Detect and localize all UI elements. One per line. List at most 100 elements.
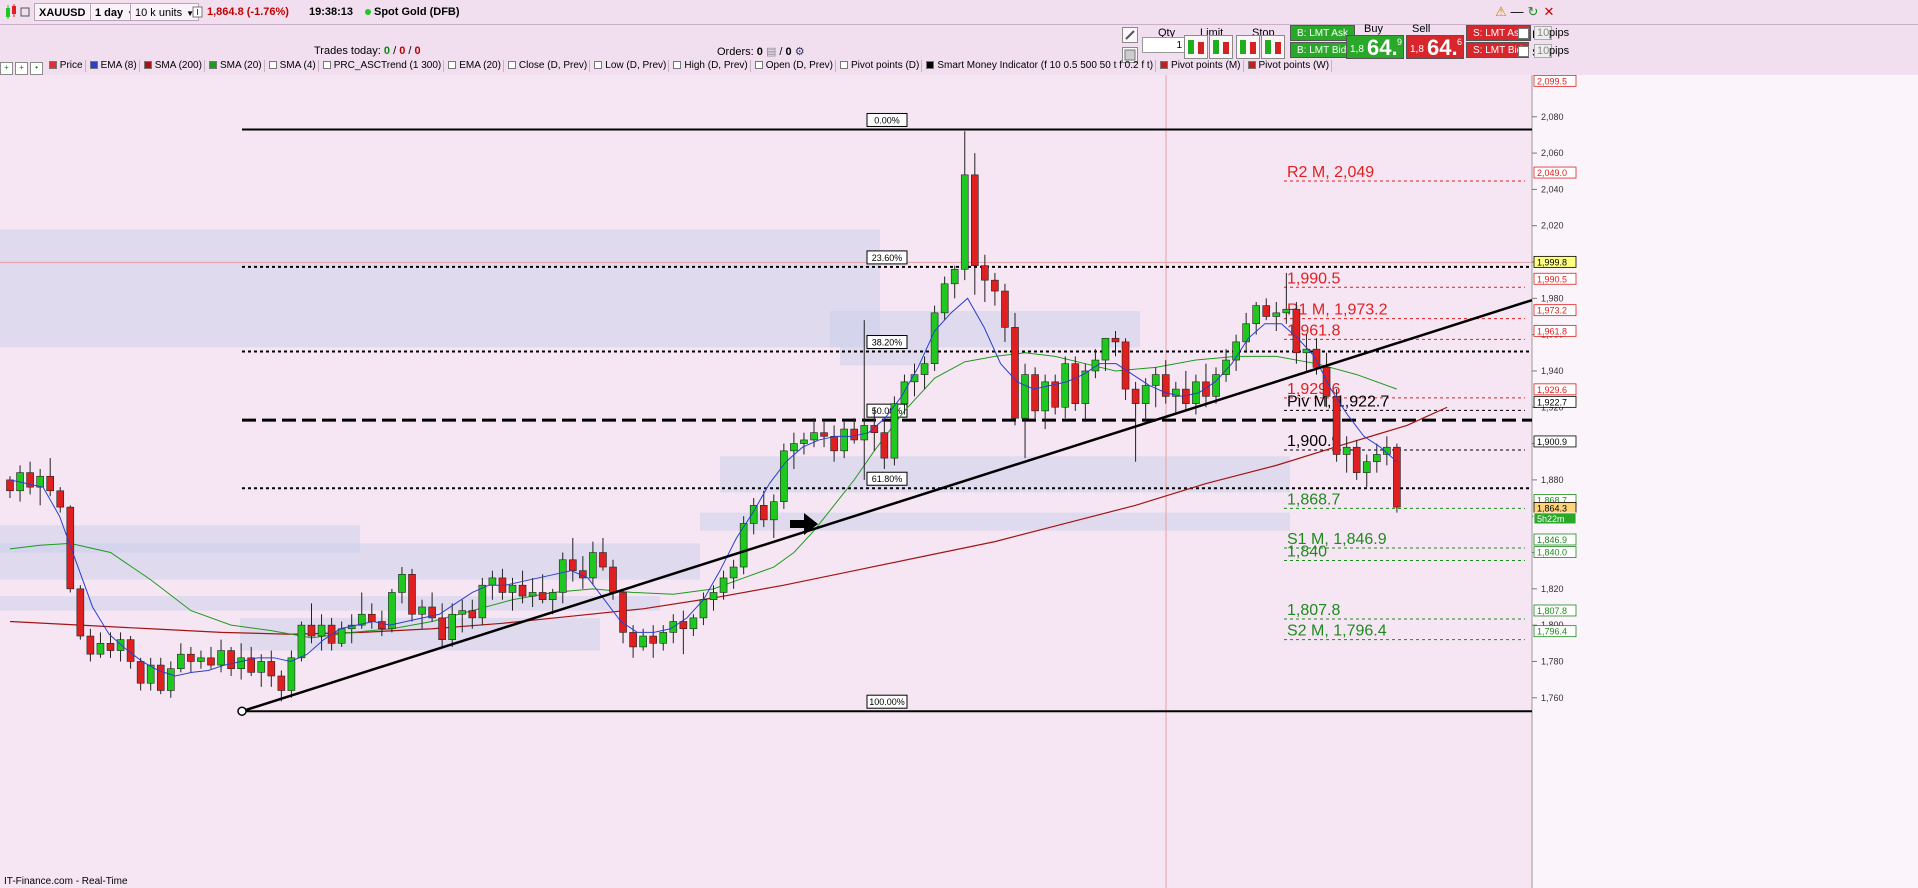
indicator-item[interactable]: Low (D, Prev)	[593, 60, 670, 72]
price-axis-badge-label: 1,807.8	[1537, 606, 1567, 616]
indicator-item[interactable]: SMA (4)	[268, 60, 319, 72]
candle-body	[1031, 374, 1039, 412]
candle-body	[86, 635, 95, 655]
candle-body	[1393, 446, 1401, 508]
indicator-bar: + + • Price EMA (8) SMA (200) SMA (20) SMA (4)…	[0, 60, 1335, 75]
symbol-label: XAUUSD	[39, 7, 86, 19]
sell-price-button[interactable]: 1,8 64. 6	[1406, 35, 1464, 60]
indicator-swatch	[89, 61, 98, 69]
price-axis-badge-label: 1,864.3	[1537, 503, 1567, 513]
indicator-item[interactable]: EMA (20)	[447, 60, 504, 72]
price-chart[interactable]: 2,0802,0602,0402,0202,0001,9801,9601,940…	[0, 75, 1918, 888]
candle-body	[227, 650, 235, 670]
orders-count-a: 0	[756, 46, 763, 58]
limit-sell-icon[interactable]	[1209, 35, 1233, 59]
indicator-item[interactable]: Pivot points (W)	[1247, 60, 1333, 72]
wrench-icon[interactable]	[1122, 27, 1138, 43]
candle-body	[287, 657, 296, 691]
candle-body	[1292, 308, 1301, 354]
orders-count-b: 0	[785, 46, 792, 58]
price-tick-label: 1,980	[1541, 293, 1564, 303]
pivot-level-label: 1,868.7	[1287, 491, 1340, 508]
chart-canvas[interactable]: 2,0802,0602,0402,0202,0001,9801,9601,940…	[0, 75, 1918, 888]
indicator-label: Low (D, Prev)	[605, 60, 667, 71]
sell-price-pip: 6	[1457, 37, 1463, 47]
buy-limit-bid-button[interactable]: B: LMT Bid	[1290, 42, 1354, 58]
move-indicator-icon[interactable]: +	[15, 62, 28, 75]
indicator-label: Pivot points (D)	[851, 60, 920, 71]
candle-body	[1001, 290, 1009, 328]
candle-body	[1021, 374, 1029, 419]
indicator-label: Price	[59, 60, 83, 71]
candle-body	[589, 552, 597, 579]
candle-body	[1242, 323, 1250, 343]
refresh-icon[interactable]: ↻	[1525, 3, 1541, 21]
indicator-swatch	[322, 61, 331, 69]
candle-body	[1352, 446, 1361, 473]
indicator-label: Close (D, Prev)	[518, 60, 588, 71]
buy-price-button[interactable]: 1,8 64. 9	[1346, 35, 1404, 60]
trendline-anchor-handle[interactable]	[237, 706, 247, 716]
indicator-item[interactable]: SMA (20)	[208, 60, 265, 72]
indicator-item[interactable]: Pivot points (D)	[839, 60, 923, 72]
buy-price-main: 64.	[1367, 35, 1398, 60]
indicator-item[interactable]: High (D, Prev)	[672, 60, 751, 72]
trades-other-count: 0	[414, 45, 421, 57]
indicator-swatch	[1160, 61, 1169, 69]
price-axis-badge-label: 1,846.9	[1537, 535, 1567, 545]
fibonacci-level-label: 23.60%	[872, 253, 903, 263]
candle-body	[679, 621, 688, 630]
limit-buy-icon[interactable]	[1184, 35, 1208, 59]
indicator-settings-icon[interactable]: •	[30, 62, 43, 75]
indicator-label: SMA (200)	[154, 60, 202, 71]
indicator-label: Pivot points (M)	[1171, 60, 1241, 71]
candle-body	[418, 606, 426, 615]
qty-input[interactable]	[1142, 37, 1186, 53]
candle-body	[558, 559, 567, 593]
indicator-label: SMA (20)	[219, 60, 262, 71]
candle-body	[408, 574, 416, 615]
clock-time: 19:38:13	[309, 6, 354, 18]
sell-price-prefix: 1,8	[1410, 44, 1424, 55]
link-icon[interactable]	[20, 3, 30, 21]
candle-body	[337, 628, 346, 644]
add-indicator-icon[interactable]: +	[0, 62, 13, 75]
warning-icon[interactable]: ⚠	[1493, 3, 1509, 21]
stop-buy-icon[interactable]	[1236, 35, 1260, 59]
pips-unit-l: pips	[1549, 27, 1570, 39]
price-tick-label: 1,760	[1541, 693, 1564, 703]
indicator-item[interactable]: Close (D, Prev)	[507, 60, 591, 72]
candle-body	[1272, 312, 1281, 317]
units-select[interactable]: 10 k units ▼	[130, 3, 200, 21]
stop-sell-icon[interactable]	[1261, 35, 1285, 59]
price-tick-label: 1,940	[1541, 366, 1564, 376]
candle-body	[880, 432, 889, 459]
price-axis-badge-label: 1,999.8	[1537, 257, 1567, 267]
minimize-icon[interactable]: —	[1509, 3, 1525, 21]
fibonacci-level-label: 61.80%	[872, 474, 903, 484]
indicator-item[interactable]: PRC_ASCTrend (1 300)	[322, 60, 445, 72]
orders-settings-icon[interactable]: ⚙	[795, 46, 805, 58]
indicator-item[interactable]: Price	[48, 60, 86, 72]
candle-body	[187, 653, 195, 662]
candle-body	[468, 610, 477, 619]
indicator-item[interactable]: Open (D, Prev)	[754, 60, 836, 72]
indicator-swatch	[926, 61, 935, 69]
candle-body	[780, 450, 788, 502]
price-tick-label: 2,020	[1541, 221, 1564, 231]
candle-body	[1011, 327, 1019, 419]
candle-body	[116, 639, 125, 651]
orders-label: Orders:	[717, 46, 754, 58]
orders-list-icon[interactable]: ▤	[766, 46, 776, 58]
candle-body	[518, 584, 527, 597]
close-icon[interactable]: ✕	[1541, 3, 1557, 21]
info-icon[interactable]	[192, 3, 203, 21]
indicator-swatch	[754, 61, 763, 69]
candle-body	[1081, 370, 1090, 404]
indicator-item[interactable]: EMA (8)	[89, 60, 140, 72]
candlestick-icon[interactable]	[4, 3, 18, 21]
indicator-item[interactable]: SMA (200)	[143, 60, 205, 72]
indicator-item[interactable]: Smart Money Indicator (f 10 0.5 500 50 t…	[925, 60, 1157, 72]
candle-body	[488, 577, 497, 586]
indicator-item[interactable]: Pivot points (M)	[1159, 60, 1244, 72]
